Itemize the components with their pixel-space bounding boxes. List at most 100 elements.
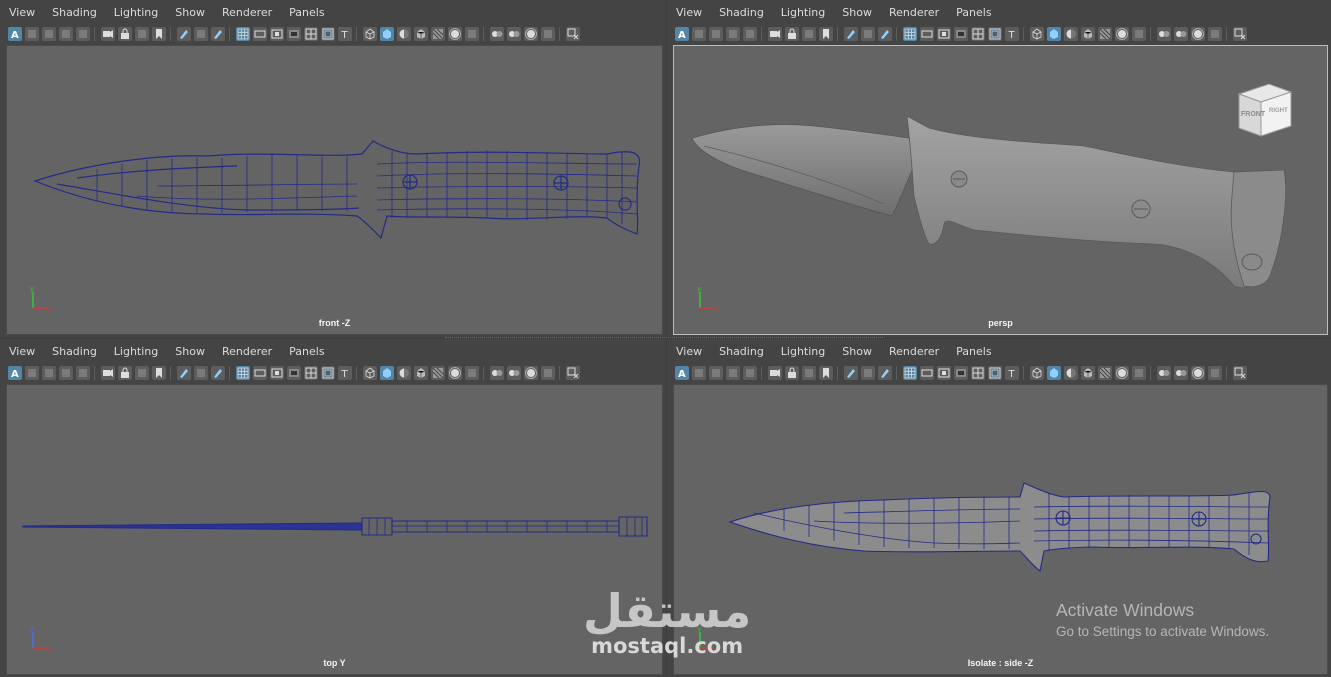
wireframe-icon[interactable] (1030, 27, 1044, 41)
toolbar-button-icon[interactable] (76, 366, 90, 380)
lock-camera-icon[interactable] (785, 366, 799, 380)
toolbar-button-icon[interactable] (802, 366, 816, 380)
grease-pencil-icon[interactable] (177, 27, 191, 41)
grease-pencil-icon[interactable] (177, 366, 191, 380)
resolution-gate-icon[interactable] (937, 366, 951, 380)
ambient-occlusion-icon[interactable] (1115, 27, 1129, 41)
resolution-gate-icon[interactable] (937, 27, 951, 41)
smooth-shade-icon[interactable] (1047, 366, 1061, 380)
select-camera-icon[interactable]: A (675, 366, 689, 380)
field-chart-icon[interactable] (304, 366, 318, 380)
isolate-select-icon[interactable] (566, 27, 580, 41)
anti-aliasing-icon[interactable] (507, 366, 521, 380)
toolbar-button-icon[interactable] (541, 27, 555, 41)
toolbar-button-icon[interactable] (861, 366, 875, 380)
toolbar-button-icon[interactable] (743, 27, 757, 41)
menu-shading[interactable]: Shading (719, 6, 764, 19)
toolbar-button-icon[interactable] (743, 366, 757, 380)
isolate-select-icon[interactable] (1233, 27, 1247, 41)
menu-panels[interactable]: Panels (289, 345, 324, 358)
lock-camera-icon[interactable] (118, 27, 132, 41)
lock-camera-icon[interactable] (118, 366, 132, 380)
toolbar-button-icon[interactable] (709, 366, 723, 380)
safe-title-icon[interactable]: T (1005, 27, 1019, 41)
field-chart-icon[interactable] (971, 366, 985, 380)
toolbar-button-icon[interactable] (76, 27, 90, 41)
gate-mask-icon[interactable] (287, 366, 301, 380)
safe-action-icon[interactable] (321, 366, 335, 380)
menu-shading[interactable]: Shading (719, 345, 764, 358)
ambient-occlusion-icon[interactable] (524, 366, 538, 380)
camera-icon[interactable] (768, 27, 782, 41)
bookmark-icon[interactable] (152, 366, 166, 380)
anti-aliasing-icon[interactable] (1157, 27, 1171, 41)
field-chart-icon[interactable] (971, 27, 985, 41)
menu-lighting[interactable]: Lighting (114, 6, 158, 19)
menu-show[interactable]: Show (842, 6, 872, 19)
smooth-shade-icon[interactable] (1047, 27, 1061, 41)
camera-icon[interactable] (768, 366, 782, 380)
shadows-icon[interactable] (1098, 366, 1112, 380)
safe-action-icon[interactable] (988, 27, 1002, 41)
default-lighting-icon[interactable] (1064, 366, 1078, 380)
toolbar-button-icon[interactable] (59, 27, 73, 41)
toolbar-button-icon[interactable] (1208, 27, 1222, 41)
toolbar-button-icon[interactable] (194, 366, 208, 380)
menu-lighting[interactable]: Lighting (781, 345, 825, 358)
view-cube[interactable]: FRONT RIGHT (1229, 78, 1297, 140)
toolbar-button-icon[interactable] (726, 366, 740, 380)
anti-aliasing-icon[interactable] (1174, 27, 1188, 41)
textured-icon[interactable] (414, 366, 428, 380)
toolbar-button-icon[interactable] (1208, 366, 1222, 380)
resolution-gate-icon[interactable] (270, 27, 284, 41)
wireframe-icon[interactable] (363, 27, 377, 41)
toolbar-button-icon[interactable] (59, 366, 73, 380)
grease-pencil-icon[interactable] (211, 366, 225, 380)
menu-lighting[interactable]: Lighting (114, 345, 158, 358)
safe-action-icon[interactable] (321, 27, 335, 41)
menu-panels[interactable]: Panels (956, 6, 991, 19)
menu-show[interactable]: Show (842, 345, 872, 358)
menu-view[interactable]: View (676, 345, 702, 358)
select-camera-icon[interactable]: A (8, 27, 22, 41)
lock-camera-icon[interactable] (785, 27, 799, 41)
gate-mask-icon[interactable] (287, 27, 301, 41)
default-lighting-icon[interactable] (1064, 27, 1078, 41)
toolbar-button-icon[interactable] (42, 27, 56, 41)
safe-action-icon[interactable] (988, 366, 1002, 380)
grid-icon[interactable] (903, 366, 917, 380)
shadows-icon[interactable] (1098, 27, 1112, 41)
ambient-occlusion-icon[interactable] (448, 27, 462, 41)
toolbar-button-icon[interactable] (465, 366, 479, 380)
toolbar-button-icon[interactable] (42, 366, 56, 380)
menu-show[interactable]: Show (175, 6, 205, 19)
menu-view[interactable]: View (676, 6, 702, 19)
grease-pencil-icon[interactable] (211, 27, 225, 41)
grease-pencil-icon[interactable] (878, 27, 892, 41)
menu-shading[interactable]: Shading (52, 6, 97, 19)
anti-aliasing-icon[interactable] (1157, 366, 1171, 380)
select-camera-icon[interactable]: A (675, 27, 689, 41)
camera-icon[interactable] (101, 27, 115, 41)
viewport-canvas[interactable]: y x front -Z (6, 45, 663, 335)
bookmark-icon[interactable] (819, 366, 833, 380)
camera-icon[interactable] (101, 366, 115, 380)
anti-aliasing-icon[interactable] (490, 27, 504, 41)
grease-pencil-icon[interactable] (878, 366, 892, 380)
menu-renderer[interactable]: Renderer (889, 6, 939, 19)
toolbar-button-icon[interactable] (726, 27, 740, 41)
toolbar-button-icon[interactable] (1132, 27, 1146, 41)
toolbar-button-icon[interactable] (194, 27, 208, 41)
toolbar-button-icon[interactable] (1132, 366, 1146, 380)
menu-lighting[interactable]: Lighting (781, 6, 825, 19)
shadows-icon[interactable] (431, 366, 445, 380)
smooth-shade-icon[interactable] (380, 366, 394, 380)
menu-view[interactable]: View (9, 345, 35, 358)
toolbar-button-icon[interactable] (692, 27, 706, 41)
menu-show[interactable]: Show (175, 345, 205, 358)
grease-pencil-icon[interactable] (844, 27, 858, 41)
anti-aliasing-icon[interactable] (1174, 366, 1188, 380)
textured-icon[interactable] (414, 27, 428, 41)
menu-panels[interactable]: Panels (289, 6, 324, 19)
menu-shading[interactable]: Shading (52, 345, 97, 358)
